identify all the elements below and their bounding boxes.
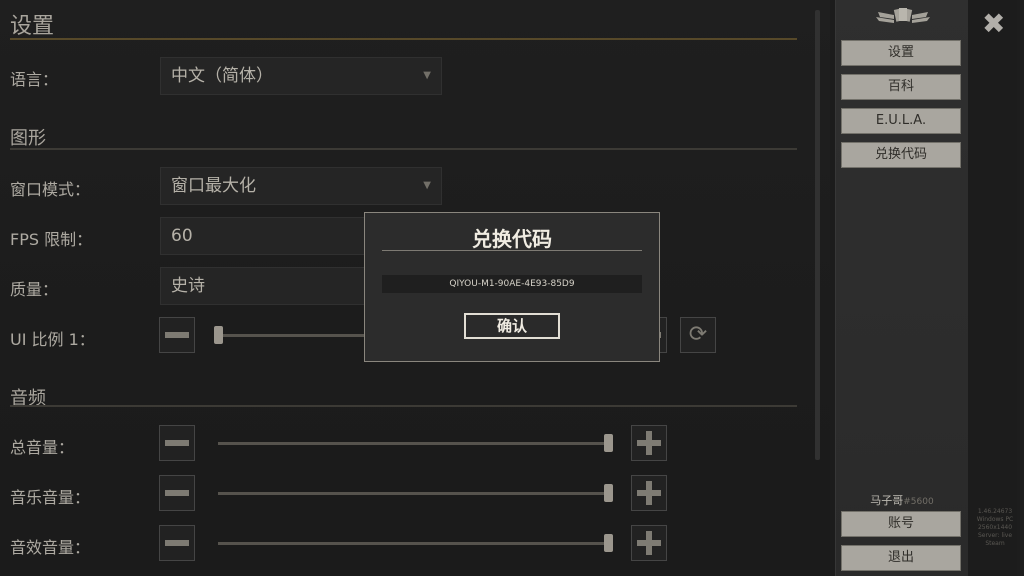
redeem-code-input[interactable]: QIYOU-M1-90AE-4E93-85D9 (382, 275, 642, 293)
confirm-button[interactable]: 确认 (464, 313, 560, 339)
dialog-divider (382, 250, 642, 251)
redeem-code-dialog: 兑换代码 QIYOU-M1-90AE-4E93-85D9 确认 (364, 212, 660, 362)
dialog-title: 兑换代码 (472, 227, 552, 251)
